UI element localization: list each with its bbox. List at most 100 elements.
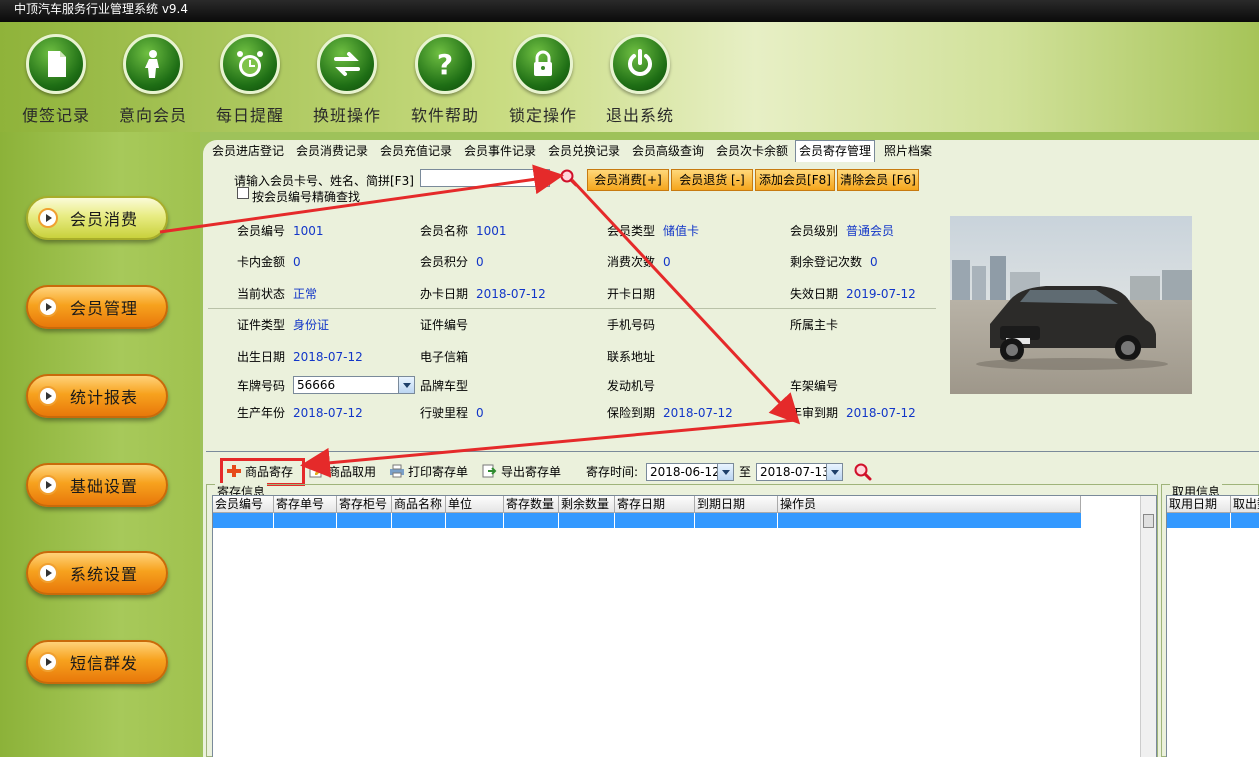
clear-member-button[interactable]: 清除会员 [F6] (837, 169, 919, 191)
member-panel: 请输入会员卡号、姓名、简拼[F3] 按会员编号精确查找 会员消费[+] 会员退货… (203, 140, 1259, 757)
column-header[interactable]: 寄存柜号 (337, 496, 392, 513)
sidebar-item-reports[interactable]: 统计报表 (26, 374, 168, 418)
help-label: 软件帮助 (410, 106, 479, 125)
column-header[interactable]: 到期日期 (695, 496, 778, 513)
tab-event-records[interactable]: 会员事件记录 (461, 142, 539, 162)
scrollbar-thumb[interactable] (1143, 514, 1154, 528)
exit-label: 退出系统 (605, 106, 674, 125)
column-header[interactable]: 寄存单号 (274, 496, 337, 513)
vertical-scrollbar[interactable] (1140, 496, 1156, 757)
sidebar-item-member-manage[interactable]: 会员管理 (26, 285, 168, 329)
sidebar-item-sms[interactable]: 短信群发 (26, 640, 168, 684)
birth-field: 出生日期 2018-07-12 (237, 350, 363, 364)
chevron-down-icon[interactable] (826, 464, 842, 480)
balance-field: 卡内金额 0 (237, 255, 301, 269)
inspection-field: 年审到期 2018-07-12 (790, 406, 916, 420)
takeout-table[interactable]: 取用日期 取出数 (1166, 495, 1259, 757)
notes-label: 便签记录 (21, 106, 90, 125)
lock-button[interactable]: 锁定操作 (503, 34, 583, 126)
column-header[interactable]: 寄存日期 (615, 496, 695, 513)
open-date-field: 开卡日期 (607, 287, 656, 301)
sidebar-item-system-settings[interactable]: 系统设置 (26, 551, 168, 595)
search-input[interactable] (420, 169, 550, 187)
shift-change-button[interactable]: 换班操作 (307, 34, 387, 126)
prospect-member-button[interactable]: 意向会员 (113, 34, 193, 126)
points-field: 会员积分 0 (420, 255, 484, 269)
address-field: 联系地址 (607, 350, 656, 364)
column-header[interactable]: 操作员 (778, 496, 1081, 513)
daily-reminder-button[interactable]: 每日提醒 (210, 34, 290, 126)
phone-field: 手机号码 (607, 318, 656, 332)
column-header[interactable]: 取出数 (1231, 496, 1259, 513)
mileage-field: 行驶里程 0 (420, 406, 484, 420)
play-icon (38, 386, 58, 406)
window-title: 中顶汽车服务行业管理系统 v9.4 (14, 2, 189, 16)
insurance-field: 保险到期 2018-07-12 (607, 406, 733, 420)
help-button[interactable]: ? 软件帮助 (405, 34, 485, 126)
search-icon[interactable] (560, 169, 578, 187)
sidebar-item-basic-settings[interactable]: 基础设置 (26, 463, 168, 507)
export-deposit-button[interactable]: 导出寄存单 (482, 463, 561, 481)
person-icon (145, 50, 159, 78)
issue-date-field: 办卡日期 2018-07-12 (420, 287, 546, 301)
exact-search-checkbox[interactable] (237, 187, 249, 199)
email-field: 电子信箱 (420, 350, 469, 364)
info-divider (208, 308, 936, 309)
column-header[interactable]: 寄存数量 (504, 496, 559, 513)
plate-label: 车牌号码 (237, 379, 286, 393)
sidebar-item-label: 会员管理 (70, 299, 139, 318)
member-level-field: 会员级别 普通会员 (790, 224, 895, 238)
notes-button[interactable]: 便签记录 (16, 34, 96, 126)
chevron-down-icon[interactable] (398, 377, 414, 393)
svg-text:?: ? (437, 48, 453, 81)
sidebar-item-label: 系统设置 (70, 565, 139, 584)
main-content: 请输入会员卡号、姓名、简拼[F3] 按会员编号精确查找 会员消费[+] 会员退货… (200, 132, 1259, 757)
table-row[interactable] (1167, 513, 1259, 528)
column-header[interactable]: 商品名称 (392, 496, 446, 513)
print-deposit-button[interactable]: 打印寄存单 (389, 463, 468, 481)
main-card-field: 所属主卡 (790, 318, 839, 332)
tab-advanced-query[interactable]: 会员高级查询 (629, 142, 707, 162)
member-name-field: 会员名称 1001 (420, 224, 507, 238)
tab-consume-records[interactable]: 会员消费记录 (293, 142, 371, 162)
edit-note-icon (309, 465, 324, 478)
sidebar-item-label: 统计报表 (70, 388, 139, 407)
status-field: 当前状态 正常 (237, 287, 318, 301)
exit-button[interactable]: 退出系统 (600, 34, 680, 126)
tab-deposit-management[interactable]: 会员寄存管理 (795, 140, 876, 162)
consume-count-field: 消费次数 0 (607, 255, 671, 269)
add-member-button[interactable]: 添加会员[F8] (755, 169, 835, 191)
search-label: 请输入会员卡号、姓名、简拼[F3] (234, 174, 414, 188)
member-refund-button[interactable]: 会员退货 [-] (671, 169, 753, 191)
deposit-table[interactable]: 会员编号 寄存单号 寄存柜号 商品名称 单位 寄存数量 剩余数量 寄存日期 到期… (212, 495, 1157, 757)
power-icon (628, 49, 652, 76)
remaining-count-field: 剩余登记次数 0 (790, 255, 878, 269)
year-field: 生产年份 2018-07-12 (237, 406, 363, 420)
tab-count-card-balance[interactable]: 会员次卡余额 (713, 142, 791, 162)
date-from-picker[interactable]: 2018-06-12 (646, 463, 734, 481)
column-header[interactable]: 会员编号 (213, 496, 274, 513)
vin-field: 车架编号 (790, 379, 839, 393)
column-header[interactable]: 单位 (446, 496, 504, 513)
alarm-clock-icon (237, 51, 263, 77)
tab-photo-archive[interactable]: 照片档案 (881, 142, 935, 162)
expire-date-field: 失效日期 2019-07-12 (790, 287, 916, 301)
take-goods-button[interactable]: 商品取用 (309, 463, 376, 481)
exact-search-label: 按会员编号精确查找 (252, 190, 361, 204)
column-header[interactable]: 剩余数量 (559, 496, 615, 513)
tab-exchange-records[interactable]: 会员兑换记录 (545, 142, 623, 162)
member-consume-button[interactable]: 会员消费[+] (587, 169, 669, 191)
member-car-photo (950, 216, 1192, 394)
plate-select[interactable]: 56666 (293, 376, 415, 394)
table-row[interactable] (213, 513, 1081, 528)
date-to-label: 至 (739, 465, 752, 479)
tab-recharge-records[interactable]: 会员充值记录 (377, 142, 455, 162)
column-header[interactable]: 取用日期 (1167, 496, 1231, 513)
note-icon (48, 51, 66, 77)
date-to-picker[interactable]: 2018-07-13 (756, 463, 843, 481)
chevron-down-icon[interactable] (717, 464, 733, 480)
tab-visit-records[interactable]: 会员进店登记 (209, 142, 287, 162)
sidebar-item-member-consume[interactable]: 会员消费 (26, 196, 168, 240)
deposit-search-icon[interactable] (854, 463, 872, 481)
play-icon (38, 563, 58, 583)
